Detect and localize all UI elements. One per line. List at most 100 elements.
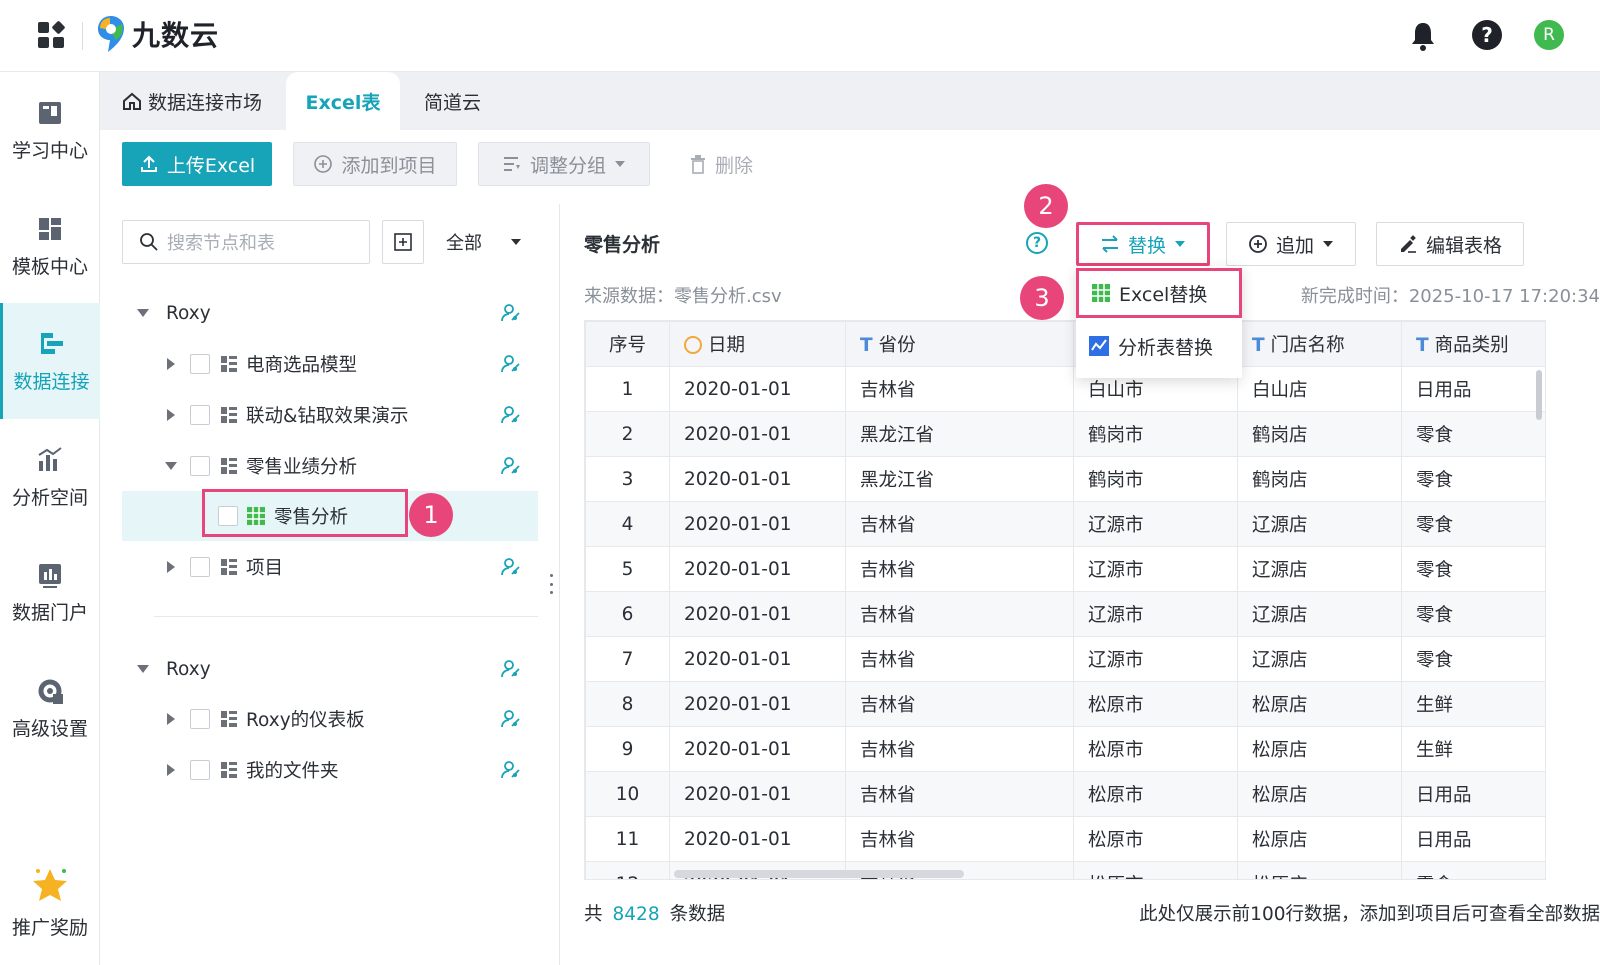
table-row[interactable]: 11 2020-01-01 吉林省 松原市 松原店 日用品	[585, 816, 1545, 862]
table-cell: 1	[585, 366, 670, 412]
edit-table-button[interactable]: 编辑表格	[1376, 222, 1524, 266]
share-user-icon[interactable]	[500, 556, 522, 578]
table-row[interactable]: 2 2020-01-01 黑龙江省 鹤岗市 鹤岗店 零食	[585, 411, 1545, 457]
tree-label: Roxy	[166, 658, 211, 680]
tree-checkbox[interactable]	[190, 354, 210, 374]
add-to-project-button[interactable]: 添加到项目	[293, 142, 457, 186]
menu-item-excel-replace[interactable]: Excel替换	[1076, 268, 1242, 318]
table-row[interactable]: 3 2020-01-01 黑龙江省 鹤岗市 鹤岗店 零食	[585, 456, 1545, 502]
tree-node-folder[interactable]: 我的文件夹	[122, 745, 538, 795]
adjust-group-button[interactable]: 调整分组	[478, 142, 650, 186]
tab-data-market[interactable]: 数据连接市场	[122, 72, 262, 130]
table-row[interactable]: 6 2020-01-01 吉林省 辽源市 辽源店 零食	[585, 591, 1545, 637]
column-header[interactable]: T 省份	[845, 321, 1074, 367]
sidebar-item-learning[interactable]: 学习中心	[0, 72, 100, 188]
text-type-icon: T	[1416, 335, 1429, 356]
apps-grid-icon[interactable]	[38, 20, 66, 50]
replace-dropdown-menu: Excel替换 分析表替换	[1076, 266, 1242, 378]
help-circle-icon[interactable]: ?	[1026, 232, 1048, 254]
highlight-box	[202, 489, 408, 537]
tree-node-folder[interactable]: 项目	[122, 542, 538, 592]
table-row[interactable]: 9 2020-01-01 吉林省 松原市 松原店 生鲜	[585, 726, 1545, 772]
tree-checkbox[interactable]	[190, 557, 210, 577]
tree-label: 我的文件夹	[246, 761, 339, 782]
logo[interactable]: 九数云	[96, 14, 219, 54]
table-row[interactable]: 7 2020-01-01 吉林省 辽源市 辽源店 零食	[585, 636, 1545, 682]
tree-node-folder[interactable]: 零售业绩分析	[122, 441, 538, 491]
caret-down-icon[interactable]	[164, 459, 178, 473]
table-cell: 日用品	[1401, 771, 1545, 817]
tree-node-folder[interactable]: Roxy的仪表板	[122, 694, 538, 744]
add-node-button[interactable]	[382, 220, 424, 264]
tree-node-group[interactable]: Roxy	[122, 288, 538, 338]
table-header-row: 序号 日期 T省份 T城市 T门店名称 T商品类别	[585, 321, 1545, 367]
share-user-icon[interactable]	[500, 353, 522, 375]
caret-down-icon	[1323, 241, 1333, 247]
sidebar-item-templates[interactable]: 模板中心	[0, 188, 100, 304]
table-cell: 吉林省	[845, 546, 1074, 592]
folder-grid-icon	[221, 711, 237, 727]
table-cell: 8	[585, 681, 670, 727]
delete-button[interactable]: 删除	[684, 142, 758, 186]
replace-button[interactable]: 替换	[1076, 222, 1210, 266]
share-user-icon[interactable]	[500, 759, 522, 781]
column-header[interactable]: 日期	[669, 321, 846, 367]
plus-circle-icon	[314, 155, 333, 173]
search-input[interactable]: 搜索节点和表	[122, 220, 370, 264]
caret-down-icon[interactable]	[136, 662, 150, 676]
sidebar: 学习中心 模板中心 数据连接 分析空间 数据门户 高级设置 推广奖励	[0, 72, 100, 965]
horizontal-scrollbar[interactable]	[674, 870, 964, 878]
sidebar-item-data-connect[interactable]: 数据连接	[0, 303, 100, 419]
folder-grid-icon	[221, 458, 237, 474]
table-row[interactable]: 8 2020-01-01 吉林省 松原市 松原店 生鲜	[585, 681, 1545, 727]
column-header[interactable]: T 商品类别	[1401, 321, 1545, 367]
column-header[interactable]: T 门店名称	[1237, 321, 1402, 367]
caret-right-icon[interactable]	[164, 408, 178, 422]
tree-node-folder[interactable]: 电商选品模型	[122, 339, 538, 389]
tree-checkbox[interactable]	[190, 405, 210, 425]
column-header[interactable]: 序号	[585, 321, 670, 367]
table-row[interactable]: 1 2020-01-01 吉林省 白山市 白山店 日用品	[585, 366, 1545, 412]
caret-right-icon[interactable]	[164, 357, 178, 371]
upload-excel-button[interactable]: 上传Excel	[122, 142, 272, 186]
table-row[interactable]: 10 2020-01-01 吉林省 松原市 松原店 日用品	[585, 771, 1545, 817]
sidebar-item-portal[interactable]: 数据门户	[0, 534, 100, 650]
avatar[interactable]: R	[1534, 20, 1564, 50]
append-button[interactable]: 追加	[1226, 222, 1356, 266]
caret-down-icon[interactable]	[136, 306, 150, 320]
table-cell: 10	[585, 771, 670, 817]
table-cell: 吉林省	[845, 501, 1074, 547]
caret-down-icon	[511, 239, 521, 245]
share-user-icon[interactable]	[500, 404, 522, 426]
tree-node-group[interactable]: Roxy	[122, 644, 538, 694]
vertical-scrollbar[interactable]	[1536, 370, 1542, 420]
share-user-icon[interactable]	[500, 708, 522, 730]
filter-select[interactable]: 全部	[446, 220, 522, 264]
tree-node-folder[interactable]: 联动&钻取效果演示	[122, 390, 538, 440]
share-user-icon[interactable]	[500, 455, 522, 477]
tree-label: 项目	[246, 558, 284, 579]
table-row[interactable]: 4 2020-01-01 吉林省 辽源市 辽源店 零食	[585, 501, 1545, 547]
sidebar-item-rewards[interactable]: 推广奖励	[0, 844, 100, 960]
sidebar-item-settings[interactable]: 高级设置	[0, 650, 100, 766]
table-cell: 鹤岗店	[1237, 411, 1402, 457]
tree-checkbox[interactable]	[190, 709, 210, 729]
tab-jiandaoyun[interactable]: 简道云	[424, 72, 481, 130]
sidebar-item-analysis[interactable]: 分析空间	[0, 419, 100, 535]
preview-note: 此处仅展示前100行数据，添加到项目后可查看全部数据	[1139, 904, 1600, 925]
share-user-icon[interactable]	[500, 302, 522, 324]
share-user-icon[interactable]	[500, 658, 522, 680]
caret-right-icon[interactable]	[164, 763, 178, 777]
caret-right-icon[interactable]	[164, 560, 178, 574]
pane-resize-handle[interactable]	[549, 574, 553, 594]
help-icon[interactable]: ?	[1472, 20, 1502, 50]
table-row[interactable]: 5 2020-01-01 吉林省 辽源市 辽源店 零食	[585, 546, 1545, 592]
table-cell: 鹤岗市	[1073, 456, 1238, 502]
table-cell: 2020-01-01	[669, 726, 846, 772]
tree-checkbox[interactable]	[190, 456, 210, 476]
tree-checkbox[interactable]	[190, 760, 210, 780]
bell-icon[interactable]	[1408, 20, 1438, 52]
menu-item-analysis-replace[interactable]: 分析表替换	[1076, 321, 1242, 371]
caret-right-icon[interactable]	[164, 712, 178, 726]
tab-excel[interactable]: Excel表	[286, 72, 400, 130]
